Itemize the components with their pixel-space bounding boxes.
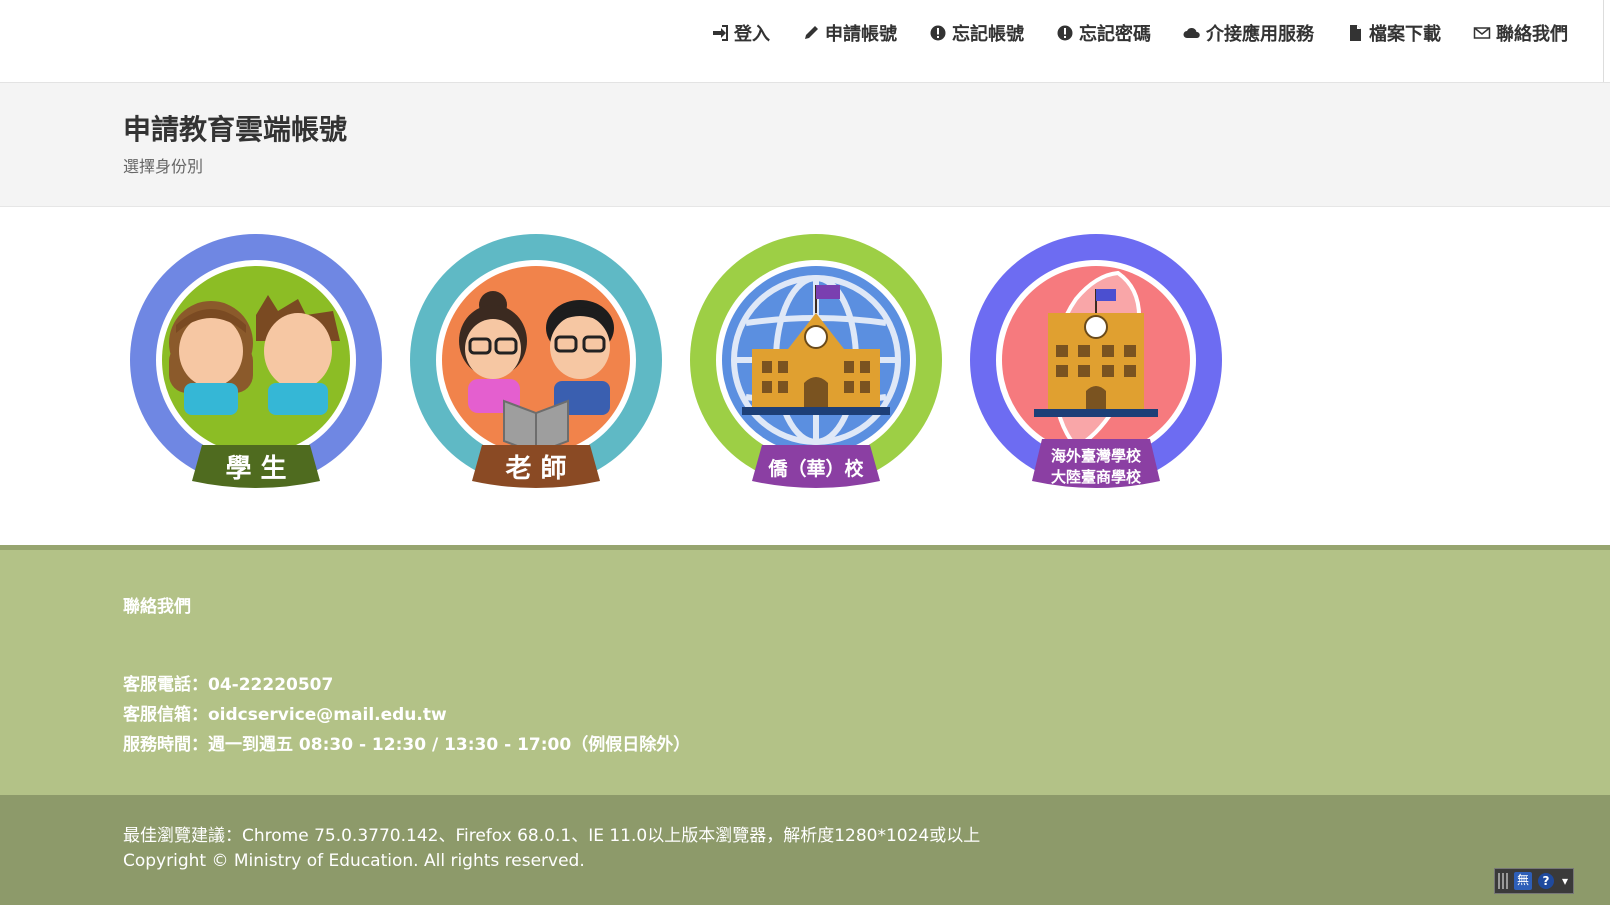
pencil-icon (802, 24, 820, 42)
role-taiwan-school-label-line2: 大陸臺商學校 (1051, 468, 1142, 486)
page-header: 申請教育雲端帳號 選擇身份別 (0, 83, 1610, 207)
ime-toolbar[interactable]: 無 ? ▾ (1494, 868, 1574, 894)
ime-mode-button[interactable]: 無 (1514, 872, 1532, 890)
nav-login-label: 登入 (734, 24, 770, 45)
footer-service-hours: 服務時間：週一到週五 08:30 - 12:30 / 13:30 - 17:00… (123, 735, 691, 755)
nav-forgot-account-label: 忘記帳號 (952, 24, 1024, 45)
role-selection: 學 生 老 師 僑（華）校 海外臺灣學校 大陸臺商學校 (128, 233, 1268, 505)
nav-contact-us[interactable]: 聯絡我們 (1473, 20, 1568, 46)
footer-contact-title: 聯絡我們 (123, 597, 191, 617)
nav-apply-account[interactable]: 申請帳號 (802, 20, 897, 46)
exclamation-circle-icon (1056, 24, 1074, 42)
nav-forgot-password[interactable]: 忘記密碼 (1056, 20, 1151, 46)
student-role-icon: 學 生 (130, 234, 382, 488)
teacher-role-icon: 老 師 (410, 234, 662, 488)
nav-login[interactable]: 登入 (711, 20, 770, 46)
copyright: Copyright © Ministry of Education. All r… (123, 851, 585, 871)
page-title: 申請教育雲端帳號 (123, 113, 348, 146)
scrollbar[interactable] (1603, 0, 1610, 82)
role-taiwan-business-school-button[interactable]: 海外臺灣學校 大陸臺商學校 (968, 233, 1232, 505)
sign-in-icon (711, 24, 729, 42)
role-teacher-button[interactable]: 老 師 (408, 233, 672, 505)
nav-app-services[interactable]: 介接應用服務 (1183, 20, 1314, 46)
exclamation-circle-icon (929, 24, 947, 42)
file-icon (1346, 24, 1364, 42)
cloud-icon (1183, 24, 1201, 42)
role-overseas-chinese-school-label: 僑（華）校 (767, 457, 864, 480)
page-subtitle: 選擇身份別 (123, 157, 204, 176)
role-teacher-label: 老 師 (505, 454, 566, 484)
role-student-button[interactable]: 學 生 (128, 233, 392, 505)
nav-app-services-label: 介接應用服務 (1206, 24, 1314, 45)
role-student-label: 學 生 (225, 454, 286, 484)
footer-contact: 聯絡我們 客服電話：04-22220507 客服信箱：oidcservice@m… (0, 545, 1610, 800)
footer-contact-info: 客服電話：04-22220507 客服信箱：oidcservice@mail.e… (123, 670, 690, 760)
envelope-icon (1473, 24, 1491, 42)
overseas-school-role-icon: 僑（華）校 (690, 234, 942, 488)
footer-email: 客服信箱：oidcservice@mail.edu.tw (123, 705, 447, 725)
ime-help-button[interactable]: ? (1538, 873, 1554, 889)
taiwan-school-role-icon: 海外臺灣學校 大陸臺商學校 (970, 234, 1222, 488)
nav-apply-account-label: 申請帳號 (825, 24, 897, 45)
nav-contact-us-label: 聯絡我們 (1496, 24, 1568, 45)
role-overseas-chinese-school-button[interactable]: 僑（華）校 (688, 233, 952, 505)
top-navbar: 登入 申請帳號 忘記帳號 忘記密碼 介接應用服務 檔案下載 聯絡我們 (0, 0, 1610, 83)
nav-forgot-password-label: 忘記密碼 (1079, 24, 1151, 45)
footer-bottom: 最佳瀏覽建議：Chrome 75.0.3770.142、Firefox 68.0… (0, 795, 1610, 905)
browser-recommendation: 最佳瀏覽建議：Chrome 75.0.3770.142、Firefox 68.0… (123, 826, 981, 846)
nav-file-download[interactable]: 檔案下載 (1346, 20, 1441, 46)
ime-options-arrow-icon[interactable]: ▾ (1560, 873, 1570, 889)
footer-phone: 客服電話：04-22220507 (123, 675, 334, 695)
role-taiwan-school-label-line1: 海外臺灣學校 (1051, 447, 1142, 465)
ime-grip-icon[interactable] (1498, 873, 1508, 889)
nav-menu: 登入 申請帳號 忘記帳號 忘記密碼 介接應用服務 檔案下載 聯絡我們 (679, 20, 1568, 46)
nav-file-download-label: 檔案下載 (1369, 24, 1441, 45)
nav-forgot-account[interactable]: 忘記帳號 (929, 20, 1024, 46)
